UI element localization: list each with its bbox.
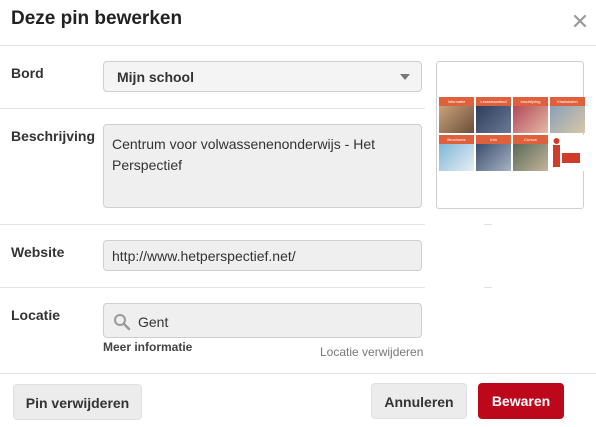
edit-pin-dialog: Deze pin bewerken Bord Mijn school Besch… bbox=[0, 0, 596, 427]
info-logo-icon bbox=[553, 138, 580, 167]
divider bbox=[0, 287, 425, 288]
close-icon[interactable] bbox=[571, 12, 589, 30]
image-tile: Inschrijving bbox=[513, 97, 548, 133]
info-logo-tile bbox=[550, 135, 585, 171]
divider bbox=[0, 45, 596, 46]
image-tile: Brochures bbox=[439, 135, 474, 171]
dialog-title: Deze pin bewerken bbox=[11, 8, 183, 29]
divider bbox=[0, 373, 596, 374]
image-tile: Klaslokalen bbox=[550, 97, 585, 133]
website-input[interactable]: http://www.hetperspectief.net/ bbox=[103, 240, 422, 271]
pin-image: Informatie Lessenaanbod Inschrijving Kla… bbox=[439, 97, 585, 173]
search-icon bbox=[114, 314, 131, 331]
website-label: Website bbox=[11, 244, 65, 260]
website-value: http://www.hetperspectief.net/ bbox=[112, 248, 296, 264]
description-text: Centrum voor volwassenenonderwijs - Het … bbox=[112, 136, 375, 173]
description-label: Beschrijving bbox=[11, 128, 96, 144]
location-label: Locatie bbox=[11, 307, 61, 323]
more-info-link[interactable]: Meer informatie bbox=[103, 340, 192, 354]
location-input[interactable]: Gent bbox=[103, 303, 422, 338]
cancel-button[interactable]: Annuleren bbox=[371, 383, 467, 419]
location-value: Gent bbox=[138, 314, 169, 330]
board-label: Bord bbox=[11, 65, 44, 81]
image-tile: Cursus bbox=[513, 135, 548, 171]
delete-pin-button[interactable]: Pin verwijderen bbox=[13, 384, 142, 420]
remove-location-link[interactable]: Locatie verwijderen bbox=[320, 345, 423, 359]
divider-tick bbox=[484, 224, 492, 225]
image-tile: Informatie bbox=[439, 97, 474, 133]
save-button[interactable]: Bewaren bbox=[478, 383, 564, 419]
divider-tick bbox=[484, 287, 492, 288]
image-tile: Lessenaanbod bbox=[476, 97, 511, 133]
image-tile: Info bbox=[476, 135, 511, 171]
divider bbox=[0, 108, 425, 109]
chevron-down-icon bbox=[400, 74, 410, 80]
board-select-value: Mijn school bbox=[117, 69, 194, 85]
description-textarea[interactable]: Centrum voor volwassenenonderwijs - Het … bbox=[103, 124, 422, 208]
divider bbox=[0, 224, 425, 225]
board-select[interactable]: Mijn school bbox=[103, 61, 422, 92]
